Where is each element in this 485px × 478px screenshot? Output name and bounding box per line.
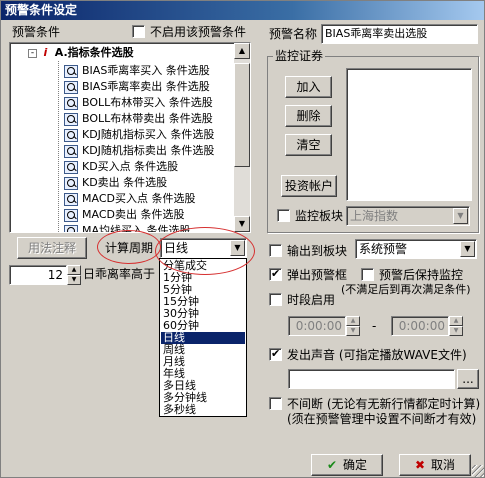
period-enable-checkbox[interactable]	[269, 293, 282, 306]
wave-file-input[interactable]	[288, 369, 455, 389]
browse-button[interactable]: ...	[457, 369, 479, 389]
spin-up-icon[interactable]: ▲	[346, 316, 360, 326]
time-dash: -	[372, 319, 377, 333]
period-label: 计算周期	[105, 241, 154, 255]
screener-icon	[64, 64, 78, 78]
check-icon: ✔	[326, 458, 338, 472]
period-enable-label: 时段启用	[287, 293, 336, 307]
param-spin-input[interactable]: 12	[9, 265, 67, 285]
cancel-button[interactable]: ✖ 取消	[399, 454, 471, 476]
monitor-board-label: 监控板块	[295, 209, 344, 223]
popup-alert-checkbox[interactable]	[269, 267, 282, 281]
tree-line	[58, 61, 59, 232]
screener-icon	[64, 224, 78, 232]
clear-button[interactable]: 清空	[285, 134, 332, 156]
screener-icon	[64, 112, 78, 126]
window-title: 预警条件设定	[1, 1, 484, 20]
output-board-checkbox[interactable]	[269, 244, 282, 257]
param-spinner[interactable]: 12 ▲ ▼	[9, 265, 81, 285]
delete-button[interactable]: 删除	[285, 105, 332, 127]
tree-item[interactable]: KD卖出 条件选股	[64, 175, 167, 191]
usage-notes-button[interactable]: 用法注释	[17, 237, 87, 259]
spin-up-icon[interactable]: ▲	[449, 316, 463, 326]
monitor-board-checkbox[interactable]	[277, 209, 290, 222]
tree-item[interactable]: BIAS乖离率买入 条件选股	[64, 63, 210, 79]
dropdown-option[interactable]: 多秒线	[161, 404, 245, 416]
ok-button[interactable]: ✔ 确定	[311, 454, 383, 476]
spin-up-icon[interactable]: ▲	[67, 265, 81, 275]
tree-item[interactable]: KDJ随机指标买入 条件选股	[64, 127, 214, 143]
play-sound-label: 发出声音 (可指定播放WAVE文件)	[287, 348, 467, 362]
scroll-up-icon[interactable]: ▲	[234, 43, 250, 59]
screener-icon	[64, 208, 78, 222]
screener-icon	[64, 80, 78, 94]
screener-icon	[64, 128, 78, 142]
play-sound-checkbox[interactable]	[269, 347, 282, 361]
time-start-field[interactable]: 0:00:00 ▲ ▼	[288, 316, 360, 336]
time-end-field[interactable]: 0:00:00 ▲ ▼	[391, 316, 463, 336]
alert-settings-dialog: 预警条件设定 预警条件 不启用该预警条件 - i A.指标条件选股 BIAS乖离…	[0, 0, 485, 478]
tree-item[interactable]: BOLL布林带卖出 条件选股	[64, 111, 213, 127]
tree-category-label: A.指标条件选股	[54, 46, 134, 59]
alert-name-label: 预警名称	[269, 27, 318, 41]
indicator-icon: i	[43, 46, 48, 59]
screener-icon	[64, 176, 78, 190]
nonstop-note: (须在预警管理中设置不间断才有效)	[287, 412, 477, 426]
keep-monitor-label: 预警后保持监控	[379, 268, 464, 282]
tree-item[interactable]: KDJ随机指标卖出 条件选股	[64, 143, 214, 159]
screener-icon	[64, 160, 78, 174]
tree-category-row[interactable]: - i A.指标条件选股	[28, 45, 134, 61]
conditions-label: 预警条件	[12, 25, 61, 39]
scroll-down-icon[interactable]: ▼	[234, 216, 250, 232]
nonstop-label: 不间断 (无论有无新行情都定时计算)	[287, 397, 481, 411]
chevron-down-icon[interactable]: ▼	[460, 241, 475, 257]
screener-icon	[64, 144, 78, 158]
monitor-group-title: 监控证券	[273, 49, 326, 63]
spin-down-icon[interactable]: ▼	[346, 326, 360, 336]
tree-item[interactable]: MA均线买入 条件选股	[64, 223, 191, 232]
condition-tree[interactable]: - i A.指标条件选股 BIAS乖离率买入 条件选股 BIAS乖离率卖出 条件…	[9, 42, 251, 233]
add-button[interactable]: 加入	[285, 76, 332, 98]
tree-scrollbar[interactable]: ▲ ▼	[234, 43, 250, 232]
chevron-down-icon[interactable]: ▼	[230, 240, 245, 256]
tree-item[interactable]: KD买入点 条件选股	[64, 159, 178, 175]
investment-account-button[interactable]: 投资帐户	[281, 175, 337, 197]
tree-item[interactable]: MACD买入点 条件选股	[64, 191, 195, 207]
tree-item[interactable]: BOLL布林带买入 条件选股	[64, 95, 213, 111]
chevron-down-icon[interactable]: ▼	[453, 208, 468, 224]
alert-name-input[interactable]: BIAS乖离率卖出选股	[321, 24, 478, 44]
spin-down-icon[interactable]: ▼	[449, 326, 463, 336]
period-dropdown-list[interactable]: 分笔成交 1分钟 5分钟 15分钟 30分钟 60分钟 日线 周线 月线 年线 …	[159, 258, 247, 417]
tree-item[interactable]: MACD卖出 条件选股	[64, 207, 184, 223]
spin-down-icon[interactable]: ▼	[67, 275, 81, 285]
securities-list[interactable]	[346, 68, 472, 201]
tree-item[interactable]: BIAS乖离率卖出 条件选股	[64, 79, 210, 95]
resize-grip[interactable]	[472, 465, 484, 477]
collapse-icon[interactable]: -	[28, 48, 37, 58]
disable-condition-label: 不启用该预警条件	[150, 25, 247, 39]
nonstop-checkbox[interactable]	[269, 397, 282, 410]
disable-condition-checkbox[interactable]	[132, 25, 145, 38]
close-icon: ✖	[414, 458, 426, 472]
period-select[interactable]: 日线 ▼	[160, 238, 247, 258]
screener-icon	[64, 192, 78, 206]
keep-monitor-note: (不满足后到再次满足条件)	[341, 283, 471, 296]
output-board-select[interactable]: 系统预警 ▼	[355, 239, 477, 259]
screener-icon	[64, 96, 78, 110]
scroll-thumb[interactable]	[234, 63, 250, 167]
param-text: 日乖离率高于	[83, 267, 156, 281]
monitor-board-select[interactable]: 上海指数 ▼	[346, 206, 470, 226]
popup-alert-label: 弹出预警框	[287, 268, 348, 282]
keep-monitor-checkbox[interactable]	[361, 268, 374, 281]
output-board-label: 输出到板块	[287, 244, 348, 258]
